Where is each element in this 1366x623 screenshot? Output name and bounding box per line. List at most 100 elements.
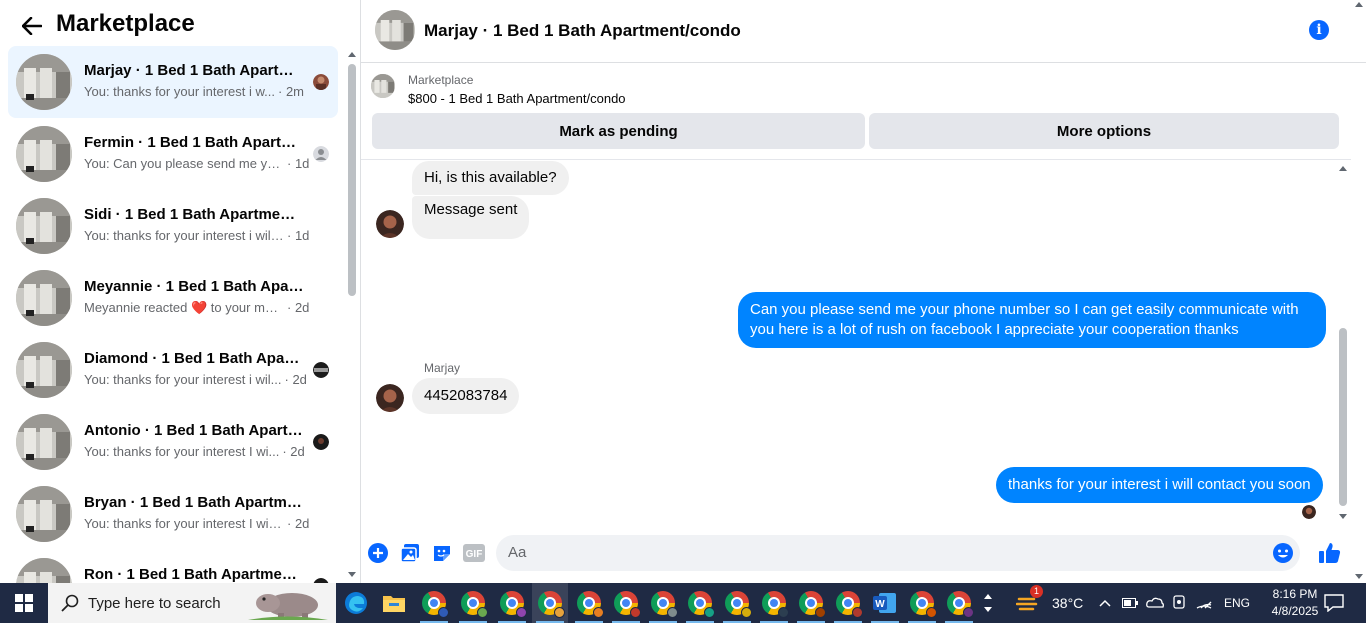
scroll-up-arrow-icon[interactable]: [1339, 166, 1347, 171]
conversation-name: Antonio · 1 Bed 1 Bath Apartm...: [84, 422, 304, 439]
chrome-profile-icon[interactable]: [494, 583, 530, 623]
chat-title[interactable]: Marjay · 1 Bed 1 Bath Apartment/condo: [424, 21, 741, 41]
chat-panel: Marjay · 1 Bed 1 Bath Apartment/condo i …: [361, 0, 1366, 583]
chrome-profile-icon[interactable]: [682, 583, 718, 623]
conversation-snippet: Meyannie reacted ❤️ to your mess... · 2d: [84, 300, 319, 316]
chrome-profile-icon[interactable]: [645, 583, 681, 623]
snippet-time: · 2d: [287, 516, 310, 531]
scroll-down-arrow-icon[interactable]: [1339, 514, 1347, 519]
onedrive-icon[interactable]: [1146, 595, 1164, 612]
chrome-profile-icon[interactable]: [830, 583, 866, 623]
chrome-profile-icon[interactable]: [571, 583, 607, 623]
thread-scrollbar[interactable]: [1335, 160, 1351, 525]
taskbar-scroll[interactable]: [980, 583, 996, 623]
hippo-illustration-icon: [248, 587, 328, 621]
network-device-icon[interactable]: [1172, 594, 1186, 613]
listing-title[interactable]: $800 - 1 Bed 1 Bath Apartment/condo: [408, 91, 626, 106]
mark-as-pending-button[interactable]: Mark as pending: [372, 113, 865, 149]
chrome-profile-icon[interactable]: [416, 583, 452, 623]
windows-start-icon[interactable]: [0, 583, 48, 623]
like-thumbs-up-icon[interactable]: [1317, 540, 1343, 566]
chrome-profile-icon[interactable]: [455, 583, 491, 623]
windows-taskbar: Type here to search W 1 38°C ENG 8:16 PM…: [0, 583, 1366, 623]
weather-temp: 38°C: [1052, 595, 1084, 611]
chrome-profile-icon[interactable]: [608, 583, 644, 623]
conversation-item[interactable]: Diamond · 1 Bed 1 Bath Apart... You: tha…: [8, 334, 338, 406]
scrollbar-thumb[interactable]: [348, 64, 356, 296]
conversation-name: Marjay · 1 Bed 1 Bath Apartme...: [84, 62, 304, 79]
snippet-time: · 2d: [287, 300, 310, 315]
snippet-text: You: thanks for your interest i w...: [84, 84, 276, 99]
svg-text:GIF: GIF: [466, 549, 483, 560]
sender-avatar[interactable]: [376, 384, 404, 412]
edge-browser-icon[interactable]: [338, 583, 374, 623]
chrome-profile-icon[interactable]: [532, 583, 568, 623]
snippet-text: You: thanks for your interest i will c..…: [84, 228, 284, 243]
conversation-sidebar: Marketplace Marjay · 1 Bed 1 Bath Apartm…: [0, 0, 361, 583]
scroll-up-arrow-icon[interactable]: [348, 52, 356, 57]
conversation-item[interactable]: Antonio · 1 Bed 1 Bath Apartm... You: th…: [8, 406, 338, 478]
chrome-profile-icon[interactable]: [941, 583, 977, 623]
conversation-item[interactable]: Sidi · 1 Bed 1 Bath Apartment/co... You:…: [8, 190, 338, 262]
scroll-down-arrow-icon[interactable]: [348, 572, 356, 577]
snippet-time: · 2d: [284, 372, 307, 387]
snippet-text: You: thanks for your interest I wi...: [84, 444, 280, 459]
conversation-item[interactable]: Ron · 1 Bed 1 Bath Apartment/...: [8, 550, 338, 583]
scrollbar-thumb[interactable]: [1339, 328, 1347, 506]
svg-text:W: W: [875, 599, 885, 610]
listing-thumbnail: [16, 342, 72, 398]
file-explorer-icon[interactable]: [376, 583, 412, 623]
chrome-profile-icon[interactable]: [719, 583, 755, 623]
scroll-up-arrow-icon[interactable]: [1355, 2, 1363, 7]
plus-icon[interactable]: [367, 542, 389, 564]
seen-default-avatar-icon: [313, 146, 329, 162]
conversation-snippet: You: thanks for your interest i will c..…: [84, 228, 319, 243]
page-title: Marketplace: [56, 10, 195, 37]
message-thread: Hi, is this available? Message sent Can …: [361, 160, 1351, 525]
more-options-button[interactable]: More options: [869, 113, 1339, 149]
conversation-snippet: You: thanks for your interest i wil... · …: [84, 372, 319, 387]
weather-widget[interactable]: 1 38°C: [1015, 583, 1084, 623]
listing-avatar[interactable]: [375, 10, 415, 50]
chrome-profile-icon[interactable]: [793, 583, 829, 623]
conversation-snippet: You: thanks for your interest I wi... · 2…: [84, 444, 319, 459]
snippet-text: Meyannie reacted ❤️ to your mess...: [84, 300, 284, 315]
taskbar-search[interactable]: Type here to search: [48, 583, 336, 623]
listing-thumbnail[interactable]: [371, 74, 395, 98]
chevron-up-icon[interactable]: [984, 594, 992, 599]
word-icon[interactable]: W: [867, 583, 903, 623]
conversation-item[interactable]: Fermin · 1 Bed 1 Bath Apartme... You: Ca…: [8, 118, 338, 190]
sender-avatar[interactable]: [376, 210, 404, 238]
conversation-snippet: You: Can you please send me yo... · 1d: [84, 156, 319, 171]
conversation-item[interactable]: Meyannie · 1 Bed 1 Bath Apartm... Meyann…: [8, 262, 338, 334]
language-indicator[interactable]: ENG: [1224, 596, 1250, 610]
chrome-profile-icon[interactable]: [904, 583, 940, 623]
notification-icon[interactable]: [1322, 583, 1346, 623]
gif-icon[interactable]: GIF: [463, 542, 485, 564]
sender-name: Marjay: [424, 361, 461, 375]
info-icon[interactable]: i: [1309, 20, 1329, 40]
emoji-icon[interactable]: [1272, 542, 1294, 564]
chevron-down-icon[interactable]: [984, 607, 992, 612]
conversation-item[interactable]: Marjay · 1 Bed 1 Bath Apartme... You: th…: [8, 46, 338, 118]
sticker-icon[interactable]: [431, 542, 453, 564]
wifi-icon[interactable]: [1196, 595, 1212, 612]
outgoing-message: Can you please send me your phone number…: [738, 292, 1326, 348]
page-scrollbar[interactable]: [1351, 0, 1366, 583]
snippet-time: · 1d: [287, 156, 310, 171]
show-hidden-icons-chevron-icon[interactable]: [1098, 599, 1112, 607]
sidebar-scrollbar[interactable]: [344, 46, 360, 583]
chrome-profile-icon[interactable]: [756, 583, 792, 623]
conversation-list: Marjay · 1 Bed 1 Bath Apartme... You: th…: [8, 46, 338, 583]
search-placeholder: Type here to search: [88, 595, 221, 612]
battery-icon[interactable]: [1122, 595, 1138, 611]
conversation-item[interactable]: Bryan · 1 Bed 1 Bath Apartment/... You: …: [8, 478, 338, 550]
chat-header: Marjay · 1 Bed 1 Bath Apartment/condo i: [361, 0, 1366, 63]
conversation-name: Meyannie · 1 Bed 1 Bath Apartm...: [84, 278, 304, 295]
photo-icon[interactable]: [399, 542, 421, 564]
incoming-message: Hi, is this available?: [412, 161, 569, 195]
message-input[interactable]: [508, 544, 1248, 561]
conversation-snippet: You: thanks for your interest i w... · 2m: [84, 84, 319, 99]
snippet-text: You: Can you please send me yo...: [84, 156, 284, 171]
back-arrow-icon[interactable]: [18, 12, 46, 40]
